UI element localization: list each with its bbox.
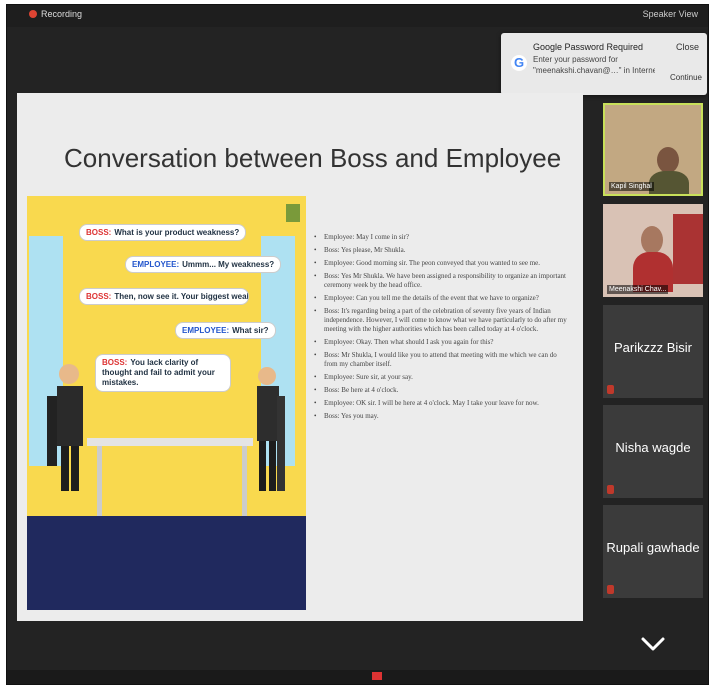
bubble-speaker: BOSS:: [86, 228, 112, 237]
bubble-speaker: BOSS:: [86, 292, 112, 301]
password-notification[interactable]: G Google Password Required Enter your pa…: [501, 33, 707, 95]
floor-shape: [27, 516, 306, 610]
meeting-window: Recording Speaker View G Google Password…: [6, 4, 709, 685]
desk-shape: [87, 438, 253, 446]
participant-tile-kapil[interactable]: Kapil Singhal: [603, 103, 703, 196]
stop-share-icon[interactable]: [372, 672, 382, 680]
list-item: Boss: Mr Shukla, I would like you to att…: [314, 351, 572, 369]
notification-title: Google Password Required: [533, 42, 644, 52]
logo-icon: [286, 204, 300, 222]
list-item: Employee: Sure sir, at your say.: [314, 373, 572, 382]
bubble-text: What is your product weakness?: [114, 228, 240, 237]
list-item: Boss: Yes you may.: [314, 412, 572, 421]
notification-close-button[interactable]: Close: [676, 42, 699, 52]
recording-label: Recording: [41, 9, 83, 19]
chevron-down-icon[interactable]: [640, 633, 666, 655]
google-g-icon: G: [511, 55, 527, 71]
desk-leg: [242, 446, 247, 516]
desk-leg: [97, 446, 102, 516]
record-dot-icon: [29, 10, 37, 18]
boss-employee-illustration: BOSS: What is your product weakness? EMPL…: [27, 196, 306, 610]
speech-bubble: EMPLOYEE: What sir?: [175, 322, 276, 339]
list-item: Employee: Good morning sir. The peon con…: [314, 259, 572, 268]
mic-muted-icon: [607, 585, 614, 594]
speech-bubble: BOSS:Then, now see it. Your biggest weak…: [79, 288, 249, 305]
person-avatar: [657, 147, 679, 173]
participant-tile-parikzzz[interactable]: Parikzzz Bisir: [603, 305, 703, 398]
speech-bubble: BOSS: You lack clarity of thought and fai…: [95, 354, 231, 392]
participant-tile-rupali[interactable]: Rupali gawhade: [603, 505, 703, 598]
notification-line-1: Enter your password for: [533, 55, 618, 64]
recording-indicator[interactable]: Recording: [29, 9, 82, 19]
participant-name: Kapil Singhal: [609, 182, 654, 191]
list-item: Employee: Okay. Then what should I ask y…: [314, 338, 572, 347]
notification-line-2: "meenakshi.chavan@…" in Internet Account…: [533, 66, 655, 75]
employee-figure-icon: [257, 367, 285, 491]
speech-bubble: EMPLOYEE: Ummm... My weakness?: [125, 256, 282, 273]
participant-name: Rupali gawhade: [606, 540, 700, 555]
background-shape: [673, 214, 703, 284]
top-bar: Recording Speaker View: [7, 5, 708, 27]
person-avatar: [641, 226, 663, 254]
bubble-speaker: EMPLOYEE:: [182, 326, 230, 335]
bottom-bar: [7, 670, 708, 684]
bubble-speaker: BOSS:: [102, 358, 128, 367]
view-toggle[interactable]: Speaker View: [643, 9, 698, 19]
list-item: Employee: OK sir. I will be here at 4 o'…: [314, 399, 572, 408]
person-body: [649, 171, 689, 194]
list-item: Employee: May I come in sir?: [314, 233, 572, 242]
participant-name: Nisha wagde: [615, 440, 691, 455]
list-item: Boss: It's regarding being a part of the…: [314, 307, 572, 334]
notification-continue-button[interactable]: Continue: [670, 73, 702, 82]
list-item: Boss: Yes Mr Shukla. We have been assign…: [314, 272, 572, 290]
bubble-speaker: EMPLOYEE:: [132, 260, 180, 269]
dialogue-bullet-list: Employee: May I come in sir? Boss: Yes p…: [314, 233, 572, 425]
bubble-text: Ummm... My weakness?: [182, 260, 275, 269]
list-item: Boss: Yes please, Mr Shukla.: [314, 246, 572, 255]
bubble-text: What sir?: [232, 326, 269, 335]
list-item: Boss: Be here at 4 o'clock.: [314, 386, 572, 395]
bubble-text: Then, now see it. Your biggest weakness.: [114, 292, 248, 301]
participant-name: Parikzzz Bisir: [613, 340, 692, 355]
slide-title: Conversation between Boss and Employee: [64, 143, 562, 173]
participant-tile-meenakshi[interactable]: Meenakshi Chav...: [603, 204, 703, 297]
mic-muted-icon: [607, 485, 614, 494]
list-item: Employee: Can you tell me the details of…: [314, 294, 572, 303]
participant-tile-nisha[interactable]: Nisha wagde: [603, 405, 703, 498]
participant-name: Meenakshi Chav...: [607, 285, 669, 294]
shared-slide: Conversation between Boss and Employee B…: [17, 93, 583, 621]
boss-figure-icon: [47, 364, 83, 491]
mic-muted-icon: [607, 385, 614, 394]
speech-bubble: BOSS: What is your product weakness?: [79, 224, 247, 241]
